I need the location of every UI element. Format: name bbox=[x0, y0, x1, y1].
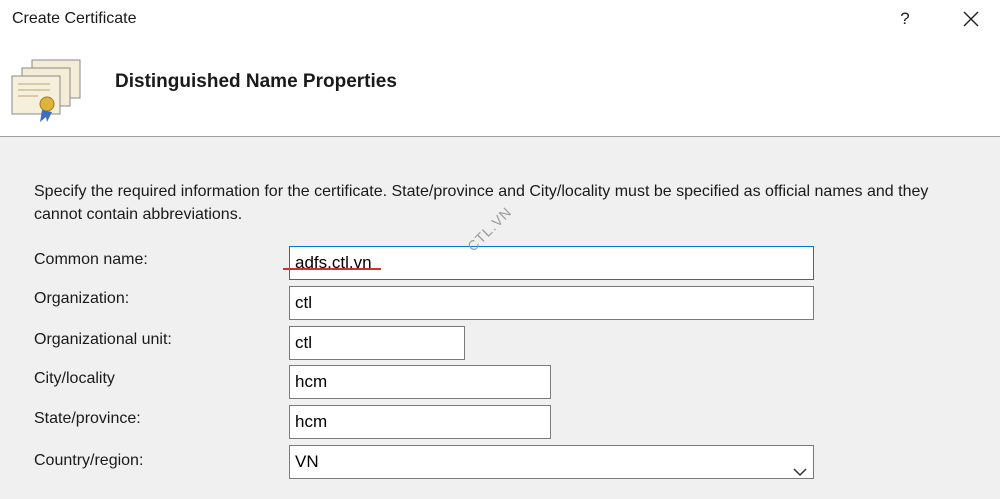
page-heading: Distinguished Name Properties bbox=[115, 71, 397, 92]
help-button[interactable]: ? bbox=[893, 6, 917, 32]
common-name-label: Common name: bbox=[34, 251, 148, 268]
header-divider bbox=[0, 136, 1000, 137]
organizational-unit-label: Organizational unit: bbox=[34, 331, 172, 348]
country-select-value: VN bbox=[295, 452, 319, 471]
organization-input[interactable]: ctl bbox=[289, 286, 814, 320]
window-title: Create Certificate bbox=[12, 10, 137, 27]
country-label: Country/region: bbox=[34, 452, 144, 469]
organizational-unit-input[interactable]: ctl bbox=[289, 326, 465, 360]
annotation-underline bbox=[283, 268, 381, 270]
instructions-text: Specify the required information for the… bbox=[34, 183, 929, 223]
country-select[interactable]: VN bbox=[289, 445, 814, 479]
close-icon bbox=[963, 11, 979, 27]
close-button[interactable] bbox=[956, 5, 986, 33]
organization-label: Organization: bbox=[34, 290, 130, 307]
title-bar: Create Certificate ? bbox=[0, 0, 1000, 38]
common-name-input[interactable]: adfs.ctl.vn bbox=[289, 246, 814, 280]
state-label: State/province: bbox=[34, 410, 141, 427]
chevron-down-icon[interactable] bbox=[793, 456, 807, 488]
wizard-header: Distinguished Name Properties bbox=[0, 38, 1000, 136]
certificate-icon bbox=[10, 58, 84, 129]
city-input[interactable]: hcm bbox=[289, 365, 551, 399]
state-input[interactable]: hcm bbox=[289, 405, 551, 439]
city-label: City/locality bbox=[34, 370, 115, 387]
